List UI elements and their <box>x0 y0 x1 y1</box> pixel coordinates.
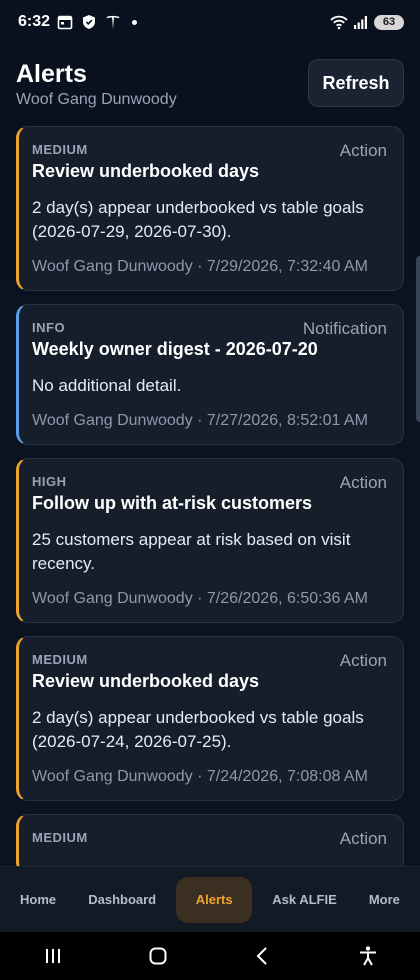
page-title: Alerts <box>16 60 87 88</box>
alert-kind: Action <box>339 829 387 848</box>
page-subtitle: Woof Gang Dunwoody <box>16 91 177 108</box>
status-time: 6:32 <box>18 13 51 30</box>
nav-item-more[interactable]: More <box>357 877 412 923</box>
status-right: 63 <box>330 13 404 31</box>
notification-dot-icon <box>132 19 138 25</box>
bottom-nav: Home Dashboard Alerts Ask ALFIE More <box>0 866 420 932</box>
battery-icon: 63 <box>374 14 404 30</box>
alert-card[interactable]: MEDIUM Action <box>16 814 404 866</box>
status-left: 6:32 <box>18 13 138 31</box>
alert-kind: Action <box>339 141 387 160</box>
nav-item-alerts[interactable]: Alerts <box>176 876 253 923</box>
signal-icon <box>352 13 370 31</box>
alert-severity: MEDIUM <box>32 830 88 845</box>
alert-title: Follow up with at-risk customers <box>32 493 313 513</box>
wifi-icon <box>330 13 348 31</box>
battery-level: 63 <box>382 16 396 28</box>
back-icon[interactable] <box>243 936 283 976</box>
alert-card[interactable]: MEDIUM Action Review underbooked days 2 … <box>16 636 404 801</box>
alert-meta: Woof Gang Dunwoody · 7/26/2026, 6:50:36 … <box>32 590 368 607</box>
refresh-button[interactable]: Refresh <box>308 59 404 107</box>
alert-body: 2 day(s) appear underbooked vs table goa… <box>32 708 364 751</box>
alerts-list[interactable]: MEDIUM Action Review underbooked days 2 … <box>16 126 404 866</box>
calendar-icon <box>56 13 74 31</box>
alert-severity: MEDIUM <box>32 652 88 667</box>
nav-item-home[interactable]: Home <box>8 877 68 923</box>
alert-title: Weekly owner digest - 2026-07-20 <box>32 339 318 359</box>
alert-severity: MEDIUM <box>32 142 88 157</box>
alert-title: Review underbooked days <box>32 161 260 181</box>
system-nav-bar <box>0 932 420 980</box>
nav-item-dashboard[interactable]: Dashboard <box>76 877 168 923</box>
scroll-edge-handle[interactable] <box>416 256 420 422</box>
alerts-screen: 6:32 63 Alerts Woof Gang Dunwoody Refres… <box>0 0 420 980</box>
shield-icon <box>80 13 98 31</box>
alert-severity: HIGH <box>32 474 67 489</box>
alert-kind: Notification <box>302 319 387 338</box>
nav-item-ask-alfie[interactable]: Ask ALFIE <box>260 877 349 923</box>
alert-meta: Woof Gang Dunwoody · 7/29/2026, 7:32:40 … <box>32 258 368 275</box>
alert-title: Review underbooked days <box>32 671 260 691</box>
alert-meta: Woof Gang Dunwoody · 7/27/2026, 8:52:01 … <box>32 412 368 429</box>
alert-card[interactable]: HIGH Action Follow up with at-risk custo… <box>16 458 404 623</box>
alert-kind: Action <box>339 651 387 670</box>
page-header: Alerts Woof Gang Dunwoody Refresh <box>16 56 404 114</box>
alert-meta: Woof Gang Dunwoody · 7/24/2026, 7:08:08 … <box>32 768 368 785</box>
status-bar: 6:32 63 <box>0 0 420 44</box>
alert-body: No additional detail. <box>32 376 182 395</box>
alert-card[interactable]: INFO Notification Weekly owner digest - … <box>16 304 404 445</box>
alert-card[interactable]: MEDIUM Action Review underbooked days 2 … <box>16 126 404 291</box>
home-button-icon[interactable] <box>138 936 178 976</box>
alert-kind: Action <box>339 473 387 492</box>
recent-apps-icon[interactable] <box>33 936 73 976</box>
tesla-icon <box>104 13 122 31</box>
accessibility-icon[interactable] <box>348 936 388 976</box>
alert-body: 2 day(s) appear underbooked vs table goa… <box>32 198 364 241</box>
alert-body: 25 customers appear at risk based on vis… <box>32 530 351 573</box>
